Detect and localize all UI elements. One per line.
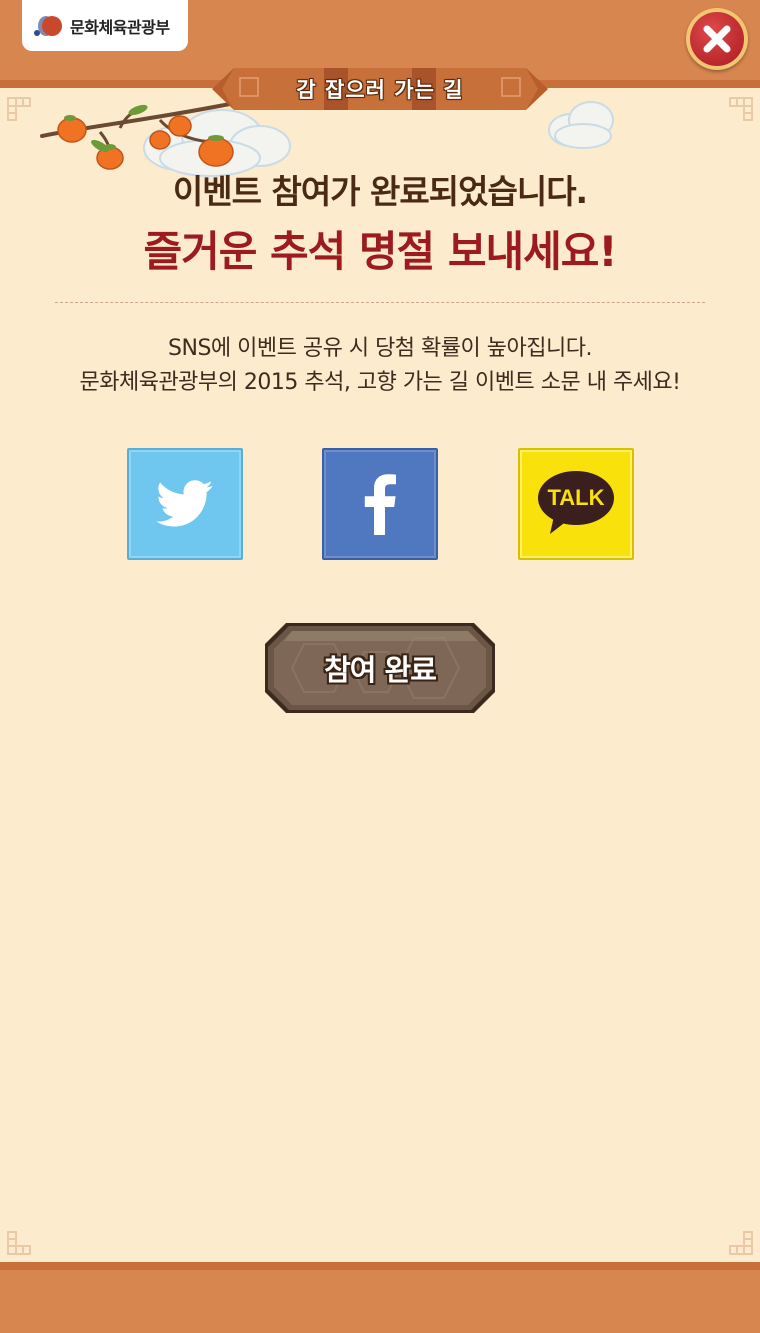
- share-kakaotalk-button[interactable]: TALK: [518, 448, 634, 560]
- cloud-small-icon: [548, 101, 614, 149]
- title-ribbon: 감 잡으러 가는 길: [212, 66, 548, 112]
- ministry-emblem-icon: [34, 14, 66, 38]
- close-x-icon: [690, 12, 744, 66]
- holiday-greeting: 즐거운 추석 명절 보내세요!: [143, 227, 617, 276]
- ribbon-title: 감 잡으러 가는 길: [296, 78, 464, 102]
- lattice-corner-icon: [729, 97, 753, 121]
- lattice-corner-icon: [7, 1231, 31, 1255]
- share-request-text: 문화체육관광부의 2015 추석, 고향 가는 길 이벤트 소문 내 주세요!: [79, 370, 681, 395]
- twitter-bird-icon: [156, 480, 213, 527]
- lattice-corner-icon: [7, 97, 31, 121]
- share-hint-text: SNS에 이벤트 공유 시 당첨 확률이 높아집니다.: [168, 336, 592, 361]
- participation-complete-button[interactable]: 참여 완료: [264, 622, 496, 714]
- share-facebook-button[interactable]: [322, 448, 438, 560]
- ministry-logo[interactable]: 문화체육관광부: [22, 0, 188, 51]
- completion-message: 이벤트 참여가 완료되었습니다.: [172, 172, 588, 211]
- lattice-corner-icon: [729, 1231, 753, 1255]
- kakao-talk-label: TALK: [547, 485, 605, 510]
- complete-button-label: 참여 완료: [324, 653, 437, 687]
- dashed-divider: [55, 302, 705, 303]
- share-twitter-button[interactable]: [127, 448, 243, 560]
- facebook-f-icon: [364, 474, 396, 535]
- close-button[interactable]: [686, 8, 748, 70]
- bottom-bar-edge: [0, 1262, 760, 1270]
- logo-text: 문화체육관광부: [70, 17, 170, 37]
